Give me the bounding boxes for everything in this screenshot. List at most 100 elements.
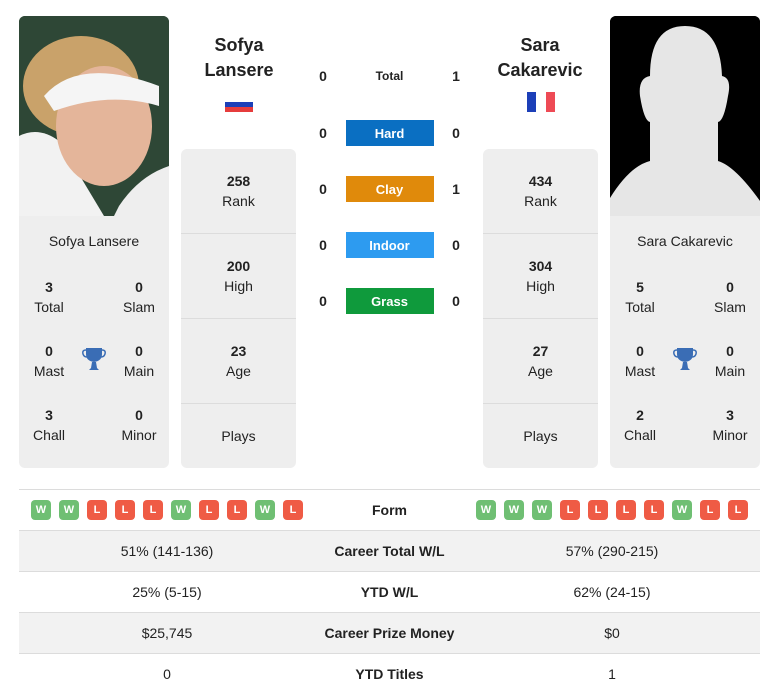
player1-prize-money: $25,745 — [141, 625, 193, 641]
russia-flag-icon — [225, 97, 253, 117]
form-win-badge[interactable]: W — [672, 500, 692, 520]
player2-slam-titles: 0 Slam — [714, 279, 746, 315]
h2h-total-p2: 1 — [452, 68, 460, 84]
career-wl-label: Career Total W/L — [334, 543, 445, 559]
h2h-total-p1: 0 — [319, 68, 327, 84]
form-win-badge[interactable]: W — [171, 500, 191, 520]
form-win-badge[interactable]: W — [255, 500, 275, 520]
h2h-indoor-p2: 0 — [452, 237, 460, 253]
player1-high: 200 High — [181, 234, 296, 319]
form-loss-badge[interactable]: L — [115, 500, 135, 520]
form-loss-badge[interactable]: L — [616, 500, 636, 520]
h2h-surfaces: 0 Hard 0 0 Clay 1 0 Indoor 0 0 Grass 0 — [313, 120, 466, 314]
player1-portrait-image — [19, 16, 169, 216]
player1-chall-titles: 3 Chall — [33, 407, 65, 443]
player1-total-titles: 3 Total — [34, 279, 64, 315]
player2-rank: 434 Rank — [483, 149, 598, 234]
player1-form: WWLLLWLLWL — [19, 500, 315, 520]
surface-grass-button[interactable]: Grass — [345, 288, 434, 314]
form-loss-badge[interactable]: L — [283, 500, 303, 520]
form-loss-badge[interactable]: L — [143, 500, 163, 520]
form-win-badge[interactable]: W — [532, 500, 552, 520]
player1-age: 23 Age — [181, 319, 296, 404]
career-wl-row: 51% (141-136) Career Total W/L 57% (290-… — [19, 530, 760, 571]
form-label: Form — [372, 502, 407, 518]
player2-prize-money: $0 — [604, 625, 620, 641]
h2h-clay-p1: 0 — [319, 181, 327, 197]
surface-hard-button[interactable]: Hard — [345, 120, 434, 146]
prize-money-label: Career Prize Money — [324, 625, 455, 641]
trophy-icon — [82, 346, 106, 377]
player1-first-name: Sofya — [214, 35, 264, 55]
surface-indoor-button[interactable]: Indoor — [345, 232, 434, 258]
player2-name[interactable]: Sara Cakarevic — [470, 33, 610, 83]
player1-slam-titles: 0 Slam — [123, 279, 155, 315]
player2-high: 304 High — [483, 234, 598, 319]
h2h-grass-p2: 0 — [452, 293, 460, 309]
h2h-hard-p1: 0 — [319, 125, 327, 141]
player1-career-wl: 51% (141-136) — [120, 543, 214, 559]
ytd-titles-row: 0 YTD Titles 1 — [19, 653, 760, 694]
player1-card-name: Sofya Lansere — [48, 233, 140, 249]
player2-first-name: Sara — [520, 35, 560, 55]
player2-card-name: Sara Cakarevic — [637, 233, 733, 249]
player2-photo[interactable] — [610, 16, 760, 216]
trophy-icon — [673, 346, 697, 377]
player1-rank: 258 Rank — [181, 149, 296, 234]
player1-plays: Plays — [221, 428, 256, 444]
h2h-hard-p2: 0 — [452, 125, 460, 141]
player2-main-titles: 0 Main — [714, 343, 746, 379]
ytd-wl-label: YTD W/L — [360, 584, 419, 600]
form-loss-badge[interactable]: L — [227, 500, 247, 520]
form-row: WWLLLWLLWL Form WWWLLLLWLL — [19, 489, 760, 530]
h2h-total-row: 0 Total 1 — [313, 66, 466, 86]
ytd-titles-label: YTD Titles — [355, 666, 424, 682]
player1-mast-titles: 0 Mast — [33, 343, 65, 379]
form-loss-badge[interactable]: L — [199, 500, 219, 520]
prize-money-row: $25,745 Career Prize Money $0 — [19, 612, 760, 653]
h2h-clay-p2: 1 — [452, 181, 460, 197]
player2-mast-titles: 0 Mast — [624, 343, 656, 379]
h2h-indoor-p1: 0 — [319, 237, 327, 253]
form-loss-badge[interactable]: L — [728, 500, 748, 520]
player1-titles-card: Sofya Lansere 3 Total 0 Slam 0 Mast 0 Main 3… — [19, 216, 169, 468]
player2-stats-box: 434 Rank 304 High 27 Age Plays — [483, 149, 598, 468]
france-flag-icon — [527, 92, 555, 117]
surface-clay-button[interactable]: Clay — [345, 176, 434, 202]
player2-total-titles: 5 Total — [625, 279, 655, 315]
comparison-table: WWLLLWLLWL Form WWWLLLLWLL 51% (141-136)… — [19, 489, 760, 694]
player1-photo[interactable] — [19, 16, 169, 216]
player1-minor-titles: 0 Minor — [121, 407, 157, 443]
player2-career-wl: 57% (290-215) — [565, 543, 659, 559]
player1-name[interactable]: Sofya Lansere — [169, 33, 309, 83]
player2-silhouette-image — [610, 16, 760, 216]
form-win-badge[interactable]: W — [476, 500, 496, 520]
player2-plays: Plays — [523, 428, 558, 444]
h2h-surface-row-hard: 0 Hard 0 — [313, 120, 466, 146]
h2h-total-label: Total — [375, 69, 404, 83]
form-win-badge[interactable]: W — [31, 500, 51, 520]
player2-age: 27 Age — [483, 319, 598, 404]
player2-minor-titles: 3 Minor — [712, 407, 748, 443]
player2-chall-titles: 2 Chall — [624, 407, 656, 443]
player2-ytd-wl: 62% (24-15) — [573, 584, 651, 600]
player2-ytd-titles: 1 — [608, 666, 616, 682]
player2-last-name: Cakarevic — [497, 60, 583, 80]
form-loss-badge[interactable]: L — [644, 500, 664, 520]
form-loss-badge[interactable]: L — [588, 500, 608, 520]
player1-stats-box: 258 Rank 200 High 23 Age Plays — [181, 149, 296, 468]
h2h-surface-row-grass: 0 Grass 0 — [313, 288, 466, 314]
form-win-badge[interactable]: W — [504, 500, 524, 520]
form-loss-badge[interactable]: L — [700, 500, 720, 520]
form-loss-badge[interactable]: L — [87, 500, 107, 520]
player1-ytd-titles: 0 — [163, 666, 171, 682]
player1-ytd-wl: 25% (5-15) — [132, 584, 202, 600]
player2-titles-card: Sara Cakarevic 5 Total 0 Slam 0 Mast 0 Main … — [610, 216, 760, 468]
player1-last-name: Lansere — [204, 60, 274, 80]
player1-main-titles: 0 Main — [123, 343, 155, 379]
form-loss-badge[interactable]: L — [560, 500, 580, 520]
form-win-badge[interactable]: W — [59, 500, 79, 520]
h2h-surface-row-indoor: 0 Indoor 0 — [313, 232, 466, 258]
h2h-surface-row-clay: 0 Clay 1 — [313, 176, 466, 202]
h2h-grass-p1: 0 — [319, 293, 327, 309]
